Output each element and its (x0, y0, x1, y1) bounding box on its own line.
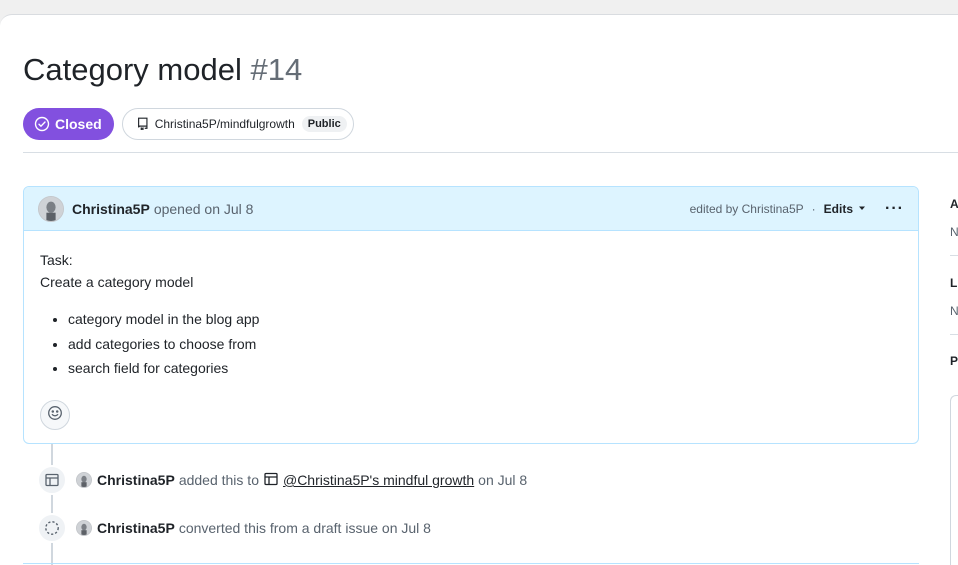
timeline-event-converted: Christina5P converted this from a draft … (37, 512, 431, 544)
sidebar-labels-heading[interactable]: L (950, 276, 958, 290)
event-action: converted this from a draft issue on Jul… (178, 520, 431, 536)
task-list: category model in the blog app add categ… (40, 307, 902, 381)
smiley-icon (47, 405, 63, 426)
issue-meta: Closed Christina5P/mindfulgrowth Public (23, 108, 354, 140)
sidebar-labels-value: N (950, 304, 958, 318)
visibility-badge: Public (301, 116, 347, 132)
more-options-button[interactable]: ··· (885, 200, 904, 218)
sidebar-assignees-value: N (950, 225, 958, 239)
sidebar-divider (950, 334, 958, 335)
timeline-line (51, 443, 53, 565)
issue-draft-icon (37, 513, 67, 543)
edits-dropdown[interactable]: Edits (824, 202, 867, 216)
state-badge: Closed (23, 108, 114, 140)
event-action: added this to (178, 472, 259, 488)
list-item: category model in the blog app (68, 307, 902, 332)
sidebar-project-card (950, 395, 958, 565)
avatar[interactable] (76, 472, 92, 488)
comment-body: Task: Create a category model category m… (24, 231, 918, 381)
header-divider (23, 152, 958, 153)
issue-number: #14 (250, 52, 303, 87)
list-item: search field for categories (68, 356, 902, 381)
separator-dot: · (811, 201, 816, 216)
triangle-down-icon (857, 202, 867, 216)
add-reaction-button[interactable] (40, 400, 70, 430)
issue-page: Category model #14 Closed Christina5P/mi… (0, 14, 958, 565)
avatar[interactable] (38, 195, 64, 222)
sidebar-assignees-heading[interactable]: A (950, 197, 958, 211)
event-date: on Jul 8 (478, 472, 528, 488)
body-line-2: Create a category model (40, 274, 194, 290)
issue-title: Category model #14 (23, 52, 302, 88)
repo-icon (136, 116, 150, 133)
comment-opened: opened on Jul 8 (153, 200, 254, 217)
comment-header-actions: edited by Christina5P · Edits ··· (690, 200, 904, 218)
sidebar-divider (950, 255, 958, 256)
table-icon (263, 471, 279, 490)
event-actor[interactable]: Christina5P (97, 520, 175, 536)
timeline-event-project: Christina5P added this to @Christina5P's… (37, 464, 527, 496)
issue-body-comment: Christina5P opened on Jul 8 edited by Ch… (23, 186, 919, 444)
sidebar-projects-heading[interactable]: P (950, 354, 958, 368)
list-item: add categories to choose from (68, 332, 902, 357)
comment-author[interactable]: Christina5P (72, 201, 150, 217)
project-name: @Christina5P's mindful growth (282, 472, 475, 488)
comment-header: Christina5P opened on Jul 8 edited by Ch… (24, 187, 918, 231)
check-circle-icon (34, 116, 50, 132)
body-line-1: Task: (40, 252, 73, 268)
event-actor[interactable]: Christina5P (97, 472, 175, 488)
avatar[interactable] (76, 520, 92, 536)
issue-title-text: Category model (23, 52, 242, 87)
project-link[interactable]: @Christina5P's mindful growth (263, 471, 474, 490)
table-icon (37, 465, 67, 495)
repo-name: Christina5P/mindfulgrowth (154, 117, 295, 131)
repo-link[interactable]: Christina5P/mindfulgrowth Public (121, 108, 354, 140)
edited-by: edited by Christina5P (689, 201, 804, 216)
edits-label: Edits (823, 201, 854, 216)
state-label: Closed (55, 116, 102, 132)
